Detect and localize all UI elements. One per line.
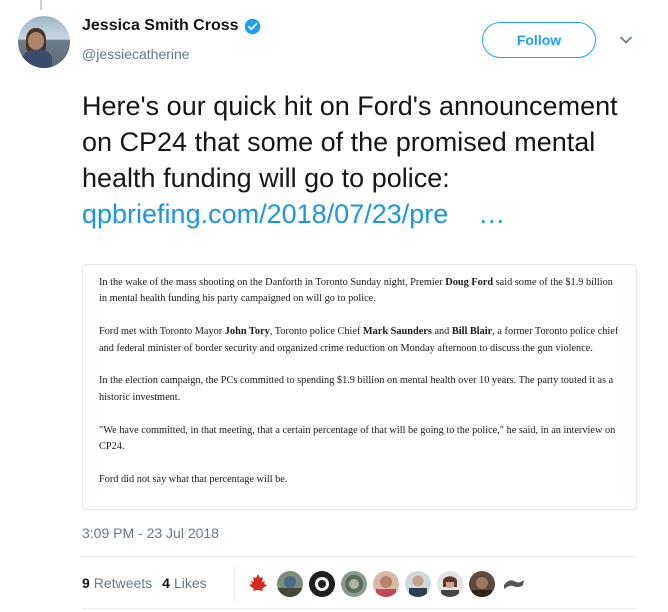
- author-avatar[interactable]: [18, 16, 70, 68]
- user-avatar[interactable]: [341, 571, 367, 597]
- article-text: In the wake of the mass shooting on the …: [99, 277, 446, 288]
- article-paragraph: In the election campaign, the PCs commit…: [99, 375, 614, 403]
- stats-separator: [234, 566, 235, 602]
- tweet-text: Here's our quick hit on Ford's announcem…: [82, 88, 652, 232]
- user-avatar[interactable]: [501, 571, 527, 597]
- author-handle[interactable]: @jessiecatherine: [82, 46, 190, 62]
- article-paragraph: Ford did not say what that percentage wi…: [99, 473, 288, 485]
- thread-connector-line: [40, 0, 42, 10]
- tweet-body-text: Here's our quick hit on Ford's announcem…: [82, 91, 618, 193]
- divider: [82, 608, 636, 609]
- user-avatar[interactable]: [309, 571, 335, 597]
- tweet-link-ellipsis[interactable]: …: [478, 199, 505, 229]
- follow-button[interactable]: Follow: [482, 22, 596, 58]
- retweets-stat[interactable]: 9 Retweets: [82, 575, 152, 591]
- article-name-bold: Mark Saunders: [362, 326, 432, 338]
- user-avatar[interactable]: [373, 571, 399, 597]
- avatar-face: [28, 32, 44, 50]
- article-paragraph: "We have committed, in that meeting, tha…: [99, 424, 616, 453]
- avatar-body: [22, 50, 52, 68]
- author-name-row[interactable]: Jessica Smith Cross: [82, 17, 261, 35]
- divider: [82, 556, 636, 557]
- likes-stat[interactable]: 4 Likes: [162, 575, 206, 591]
- article-screenshot-card[interactable]: In the wake of the mass shooting on the …: [82, 264, 637, 510]
- author-name[interactable]: Jessica Smith Cross: [82, 17, 239, 35]
- user-avatar[interactable]: [405, 571, 431, 597]
- retweets-count: 9: [82, 575, 90, 591]
- maple-leaf-avatar[interactable]: [245, 571, 271, 597]
- article-paragraph: Ford met with Toronto Mayor John Tory, T…: [99, 324, 622, 357]
- user-avatar[interactable]: [277, 571, 303, 597]
- likes-label: Likes: [173, 575, 207, 591]
- verified-badge-icon: [244, 18, 260, 34]
- article-text: Ford met with Toronto Mayor: [99, 326, 225, 338]
- article-text: , Toronto police Chief: [269, 326, 363, 338]
- user-avatar[interactable]: [469, 571, 495, 597]
- tweet-timestamp[interactable]: 3:09 PM - 23 Jul 2018: [82, 525, 219, 541]
- tweet-stats: 9 Retweets 4 Likes: [82, 575, 217, 591]
- article-name-bold: Doug Ford: [445, 277, 494, 288]
- tweet-link[interactable]: qpbriefing.com/2018/07/23/pre: [82, 199, 448, 229]
- article-paragraph: In the wake of the mass shooting on the …: [99, 275, 622, 308]
- likes-count: 4: [162, 575, 170, 591]
- article-text: and: [431, 326, 452, 338]
- article-name-bold: John Tory: [224, 326, 270, 338]
- retweets-label: Retweets: [93, 575, 153, 591]
- article-name-bold: Bill Blair: [451, 326, 493, 338]
- user-avatar[interactable]: [437, 571, 463, 597]
- chevron-down-icon[interactable]: [619, 35, 633, 45]
